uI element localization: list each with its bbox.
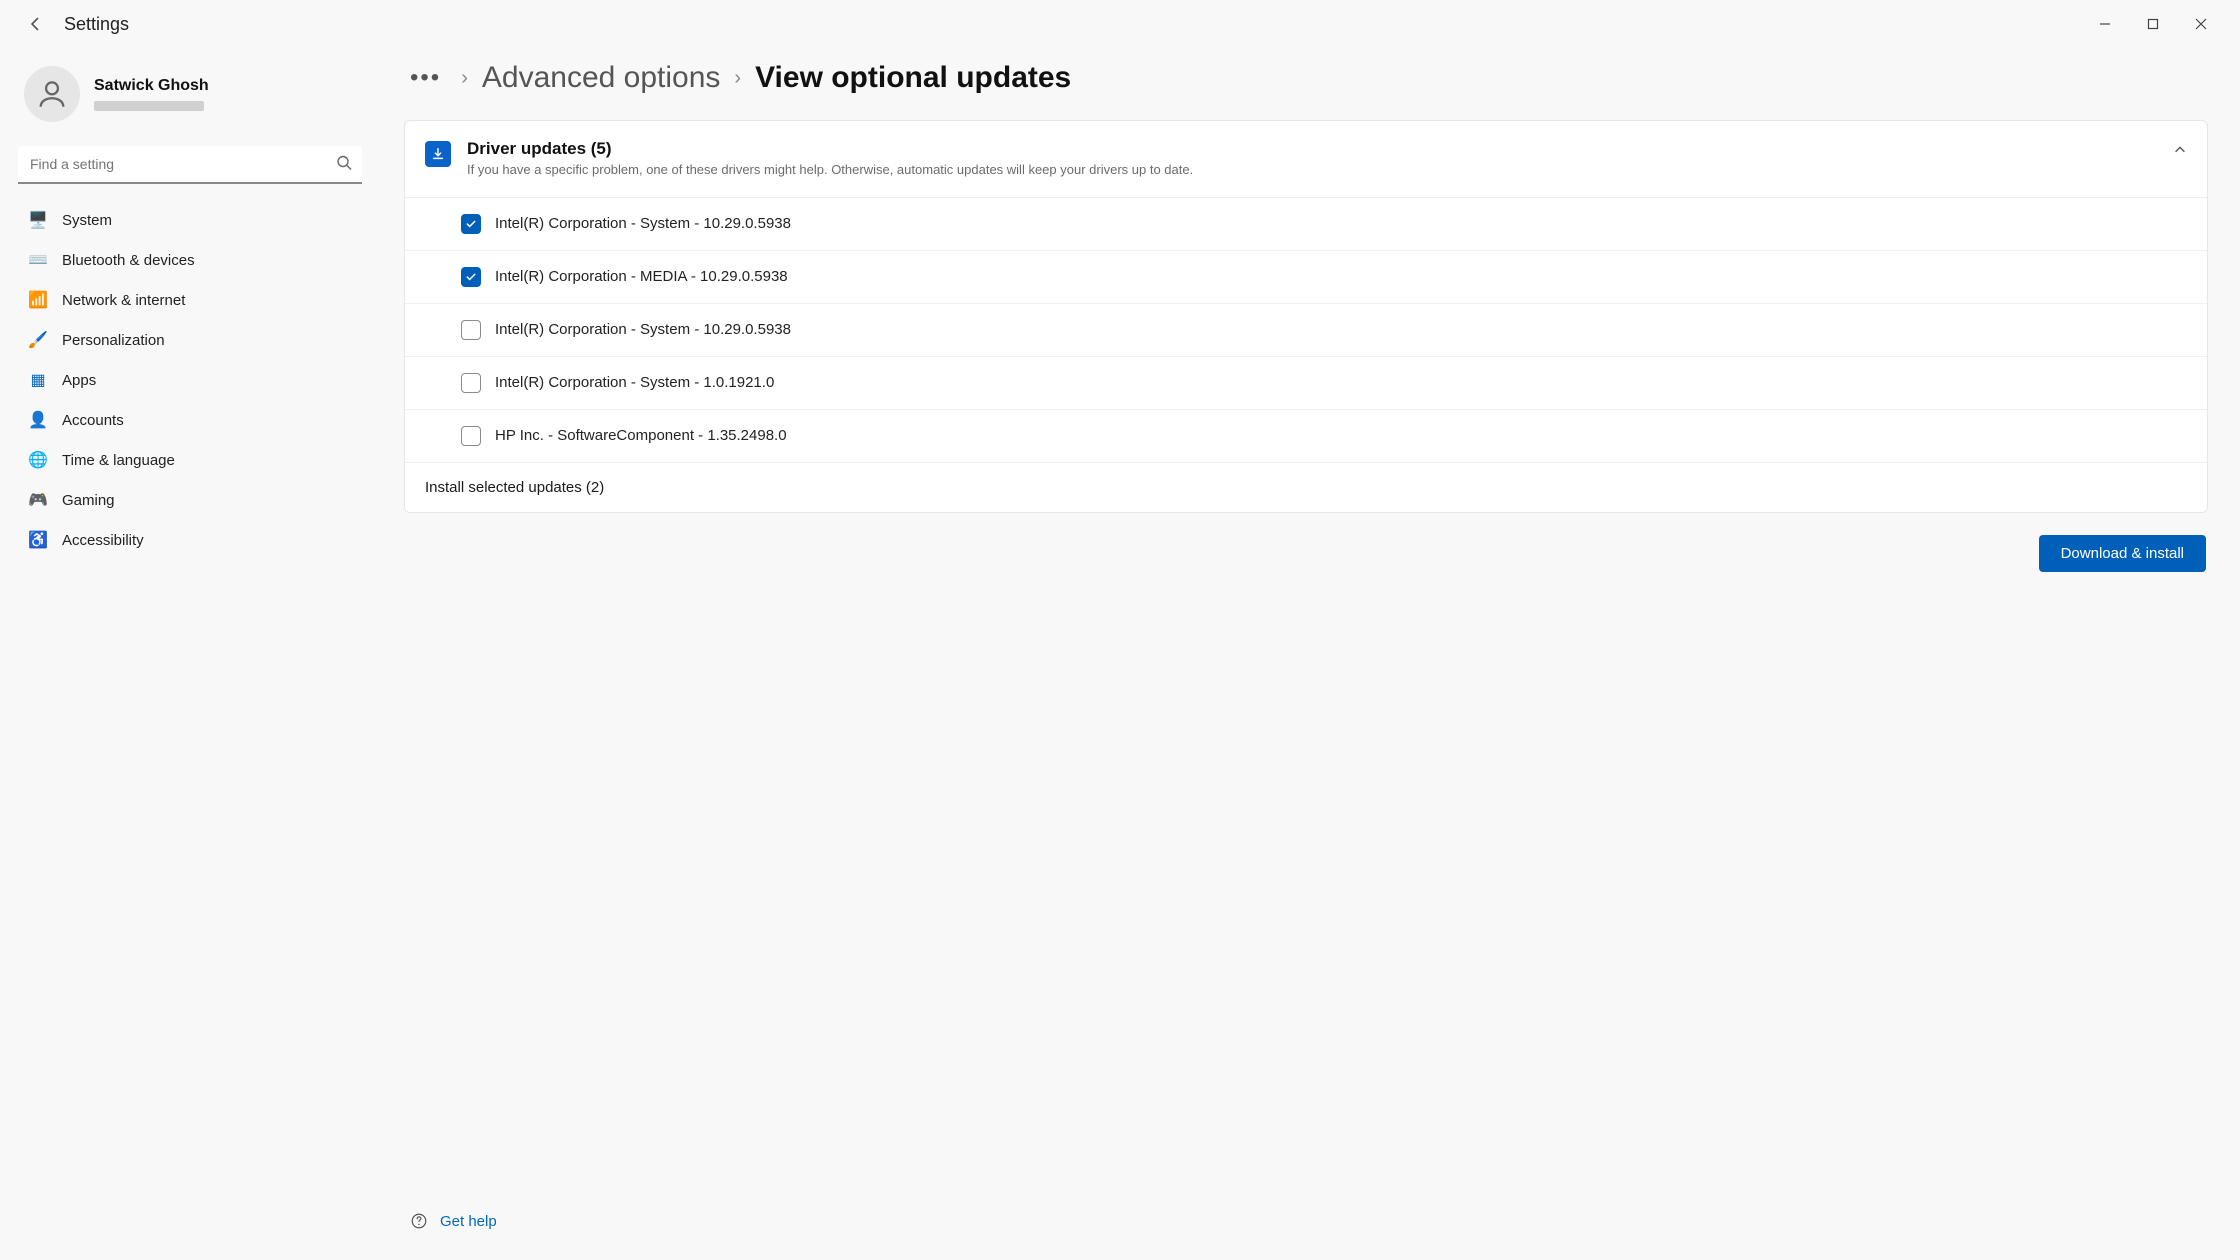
search-icon	[336, 155, 352, 176]
nav-icon: 👤	[28, 410, 48, 430]
panel-title: Driver updates (5)	[467, 139, 2157, 159]
sidebar-item[interactable]: 🖥️ System	[16, 200, 364, 240]
actions: Download & install	[404, 531, 2208, 582]
titlebar: Settings	[0, 0, 2240, 48]
sidebar-item-label: Accounts	[62, 412, 124, 429]
install-selected-row: Install selected updates (2)	[405, 462, 2207, 512]
app-title: Settings	[64, 14, 129, 35]
update-row: Intel(R) Corporation - System - 10.29.0.…	[405, 304, 2207, 357]
user-email-placeholder	[94, 101, 204, 111]
arrow-left-icon	[28, 16, 44, 32]
download-install-button[interactable]: Download & install	[2039, 535, 2206, 572]
close-icon	[2195, 18, 2207, 30]
update-row: Intel(R) Corporation - MEDIA - 10.29.0.5…	[405, 251, 2207, 304]
sidebar-item[interactable]: 👤 Accounts	[16, 400, 364, 440]
get-help-link[interactable]: Get help	[440, 1213, 497, 1230]
update-row: Intel(R) Corporation - System - 10.29.0.…	[405, 198, 2207, 251]
sidebar-item[interactable]: ♿ Accessibility	[16, 520, 364, 560]
sidebar-item-label: Time & language	[62, 452, 175, 469]
install-selected-label: Install selected updates (2)	[425, 479, 604, 496]
update-label: Intel(R) Corporation - System - 10.29.0.…	[495, 215, 791, 232]
search-input[interactable]	[18, 146, 362, 184]
sidebar-item-label: Network & internet	[62, 292, 185, 309]
sidebar-item[interactable]: ⌨️ Bluetooth & devices	[16, 240, 364, 280]
panel-header-text: Driver updates (5) If you have a specifi…	[467, 139, 2157, 179]
help-icon	[408, 1210, 430, 1232]
sidebar-item-label: Apps	[62, 372, 96, 389]
chevron-right-icon: ›	[734, 67, 741, 90]
user-info: Satwick Ghosh	[94, 77, 209, 111]
check-icon	[465, 218, 477, 230]
sidebar: Satwick Ghosh 🖥️ System ⌨️ Bluetooth & devi…	[0, 48, 380, 1260]
sidebar-item-label: Gaming	[62, 492, 115, 509]
update-checkbox[interactable]	[461, 373, 481, 393]
sidebar-item[interactable]: 🎮 Gaming	[16, 480, 364, 520]
update-row: HP Inc. - SoftwareComponent - 1.35.2498.…	[405, 410, 2207, 462]
driver-updates-icon	[425, 141, 451, 167]
chevron-right-icon: ›	[461, 67, 468, 90]
nav-icon: 🎮	[28, 490, 48, 510]
nav-icon: ♿	[28, 530, 48, 550]
nav-icon: 🖥️	[28, 210, 48, 230]
driver-updates-panel: Driver updates (5) If you have a specifi…	[404, 120, 2208, 513]
avatar	[24, 66, 80, 122]
check-icon	[465, 271, 477, 283]
update-label: Intel(R) Corporation - System - 10.29.0.…	[495, 321, 791, 338]
update-label: Intel(R) Corporation - System - 1.0.1921…	[495, 374, 774, 391]
close-button[interactable]	[2178, 8, 2224, 40]
update-checkbox[interactable]	[461, 214, 481, 234]
help-row: Get help	[404, 1198, 2208, 1236]
update-row: Intel(R) Corporation - System - 1.0.1921…	[405, 357, 2207, 410]
sidebar-item[interactable]: 📶 Network & internet	[16, 280, 364, 320]
nav-icon: ▦	[28, 370, 48, 390]
update-list: Intel(R) Corporation - System - 10.29.0.…	[405, 197, 2207, 462]
nav-icon: ⌨️	[28, 250, 48, 270]
panel-subtitle: If you have a specific problem, one of t…	[467, 161, 1367, 179]
update-label: Intel(R) Corporation - MEDIA - 10.29.0.5…	[495, 268, 788, 285]
sidebar-item-label: Personalization	[62, 332, 165, 349]
breadcrumb: ••• › Advanced options › View optional u…	[404, 60, 2208, 96]
window-controls	[2082, 8, 2224, 40]
sidebar-item[interactable]: 🌐 Time & language	[16, 440, 364, 480]
nav-list: 🖥️ System ⌨️ Bluetooth & devices 📶 Network & …	[16, 200, 364, 560]
settings-window: Settings Sa	[0, 0, 2240, 1260]
user-block[interactable]: Satwick Ghosh	[16, 56, 364, 142]
update-label: HP Inc. - SoftwareComponent - 1.35.2498.…	[495, 427, 787, 444]
person-icon	[35, 77, 69, 111]
sidebar-item-label: Accessibility	[62, 532, 144, 549]
search-container	[18, 146, 362, 184]
nav-icon: 📶	[28, 290, 48, 310]
user-name: Satwick Ghosh	[94, 77, 209, 95]
back-button[interactable]	[16, 4, 56, 44]
nav-icon: 🌐	[28, 450, 48, 470]
chevron-up-icon	[2173, 139, 2187, 162]
minimize-button[interactable]	[2082, 8, 2128, 40]
maximize-icon	[2147, 18, 2159, 30]
sidebar-item[interactable]: 🖌️ Personalization	[16, 320, 364, 360]
sidebar-item-label: System	[62, 212, 112, 229]
panel-header[interactable]: Driver updates (5) If you have a specifi…	[405, 121, 2207, 197]
breadcrumb-prev[interactable]: Advanced options	[482, 61, 721, 95]
breadcrumb-ellipsis[interactable]: •••	[404, 60, 447, 96]
breadcrumb-current: View optional updates	[755, 61, 1071, 95]
update-checkbox[interactable]	[461, 426, 481, 446]
download-icon	[431, 147, 445, 161]
sidebar-item-label: Bluetooth & devices	[62, 252, 195, 269]
minimize-icon	[2099, 18, 2111, 30]
update-checkbox[interactable]	[461, 267, 481, 287]
update-checkbox[interactable]	[461, 320, 481, 340]
maximize-button[interactable]	[2130, 8, 2176, 40]
main-content: ••• › Advanced options › View optional u…	[380, 48, 2240, 1260]
nav-icon: 🖌️	[28, 330, 48, 350]
sidebar-item[interactable]: ▦ Apps	[16, 360, 364, 400]
body: Satwick Ghosh 🖥️ System ⌨️ Bluetooth & devi…	[0, 48, 2240, 1260]
